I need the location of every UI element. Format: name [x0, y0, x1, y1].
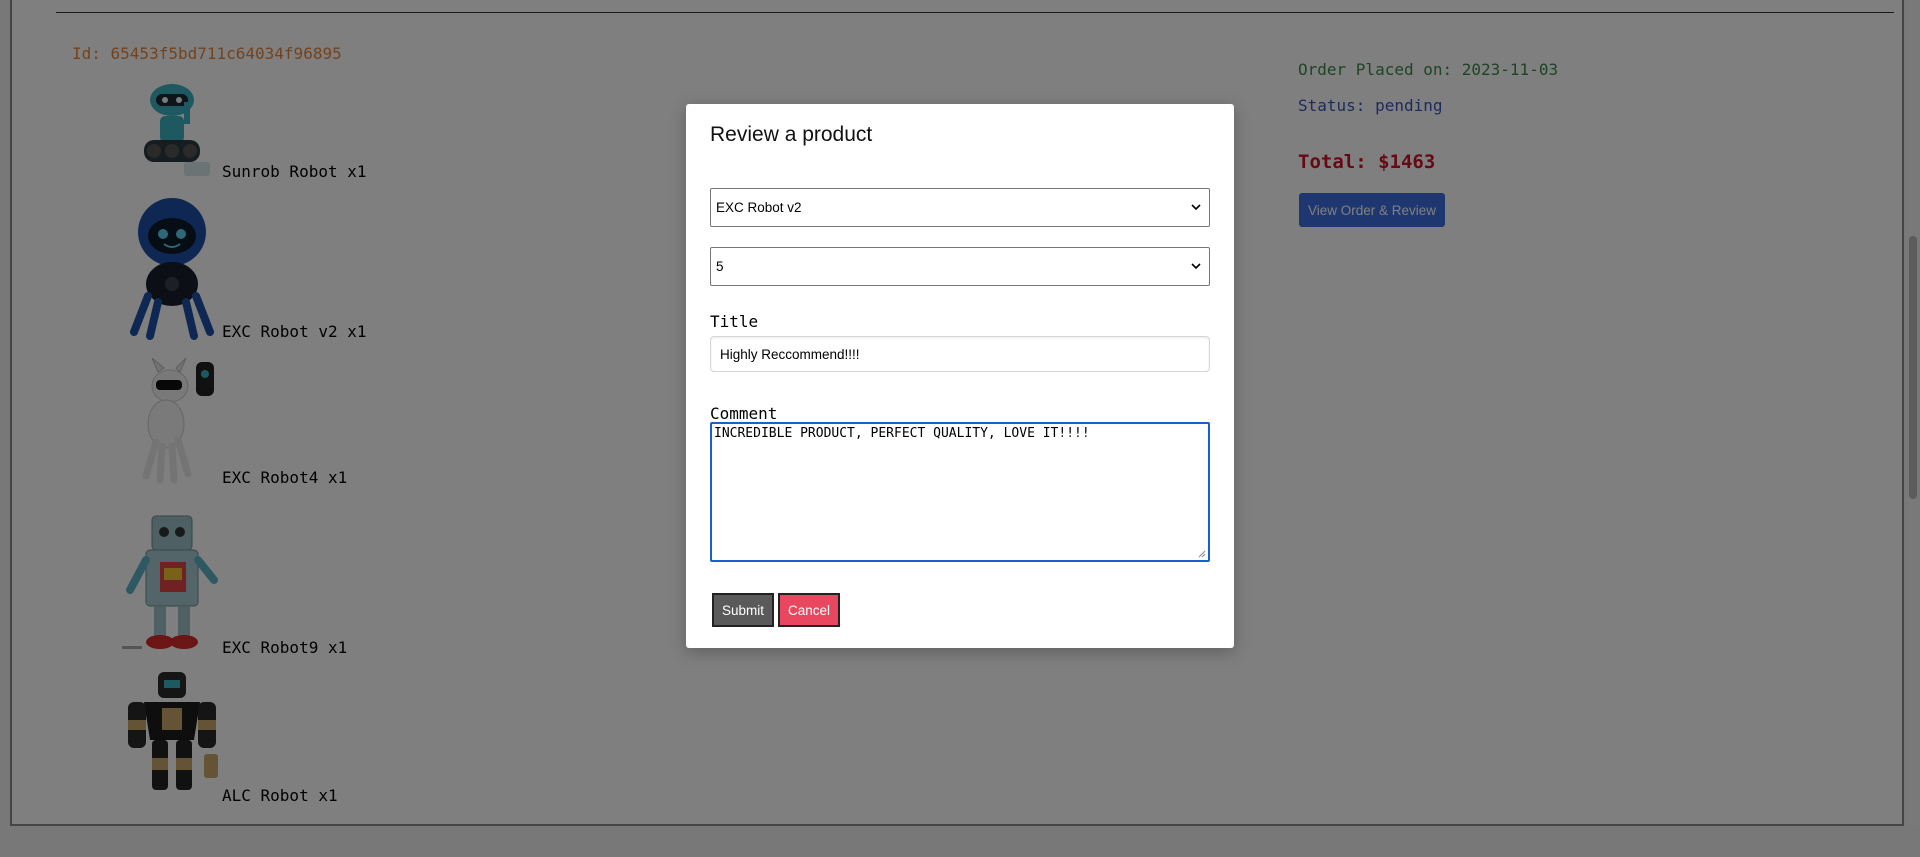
modal-title: Review a product — [710, 123, 873, 146]
product-select[interactable]: EXC Robot v2 — [710, 188, 1210, 227]
chevron-down-icon — [1191, 204, 1201, 211]
rating-select[interactable]: 5 — [710, 247, 1210, 286]
cancel-button[interactable]: Cancel — [778, 593, 840, 627]
rating-select-value: 5 — [716, 259, 724, 274]
title-input-value: Highly Reccommend!!!! — [720, 346, 860, 362]
title-input[interactable]: Highly Reccommend!!!! — [710, 336, 1210, 372]
title-label: Title — [710, 312, 759, 331]
resize-grip-icon[interactable] — [1198, 550, 1206, 558]
comment-label: Comment — [710, 404, 778, 423]
comment-textarea-value: INCREDIBLE PRODUCT, PERFECT QUALITY, LOV… — [714, 426, 1090, 441]
submit-button[interactable]: Submit — [712, 593, 774, 627]
review-modal: Review a product EXC Robot v2 5 Title Hi… — [686, 104, 1234, 648]
chevron-down-icon — [1191, 263, 1201, 270]
comment-textarea[interactable]: INCREDIBLE PRODUCT, PERFECT QUALITY, LOV… — [710, 422, 1210, 562]
product-select-value: EXC Robot v2 — [716, 200, 802, 215]
